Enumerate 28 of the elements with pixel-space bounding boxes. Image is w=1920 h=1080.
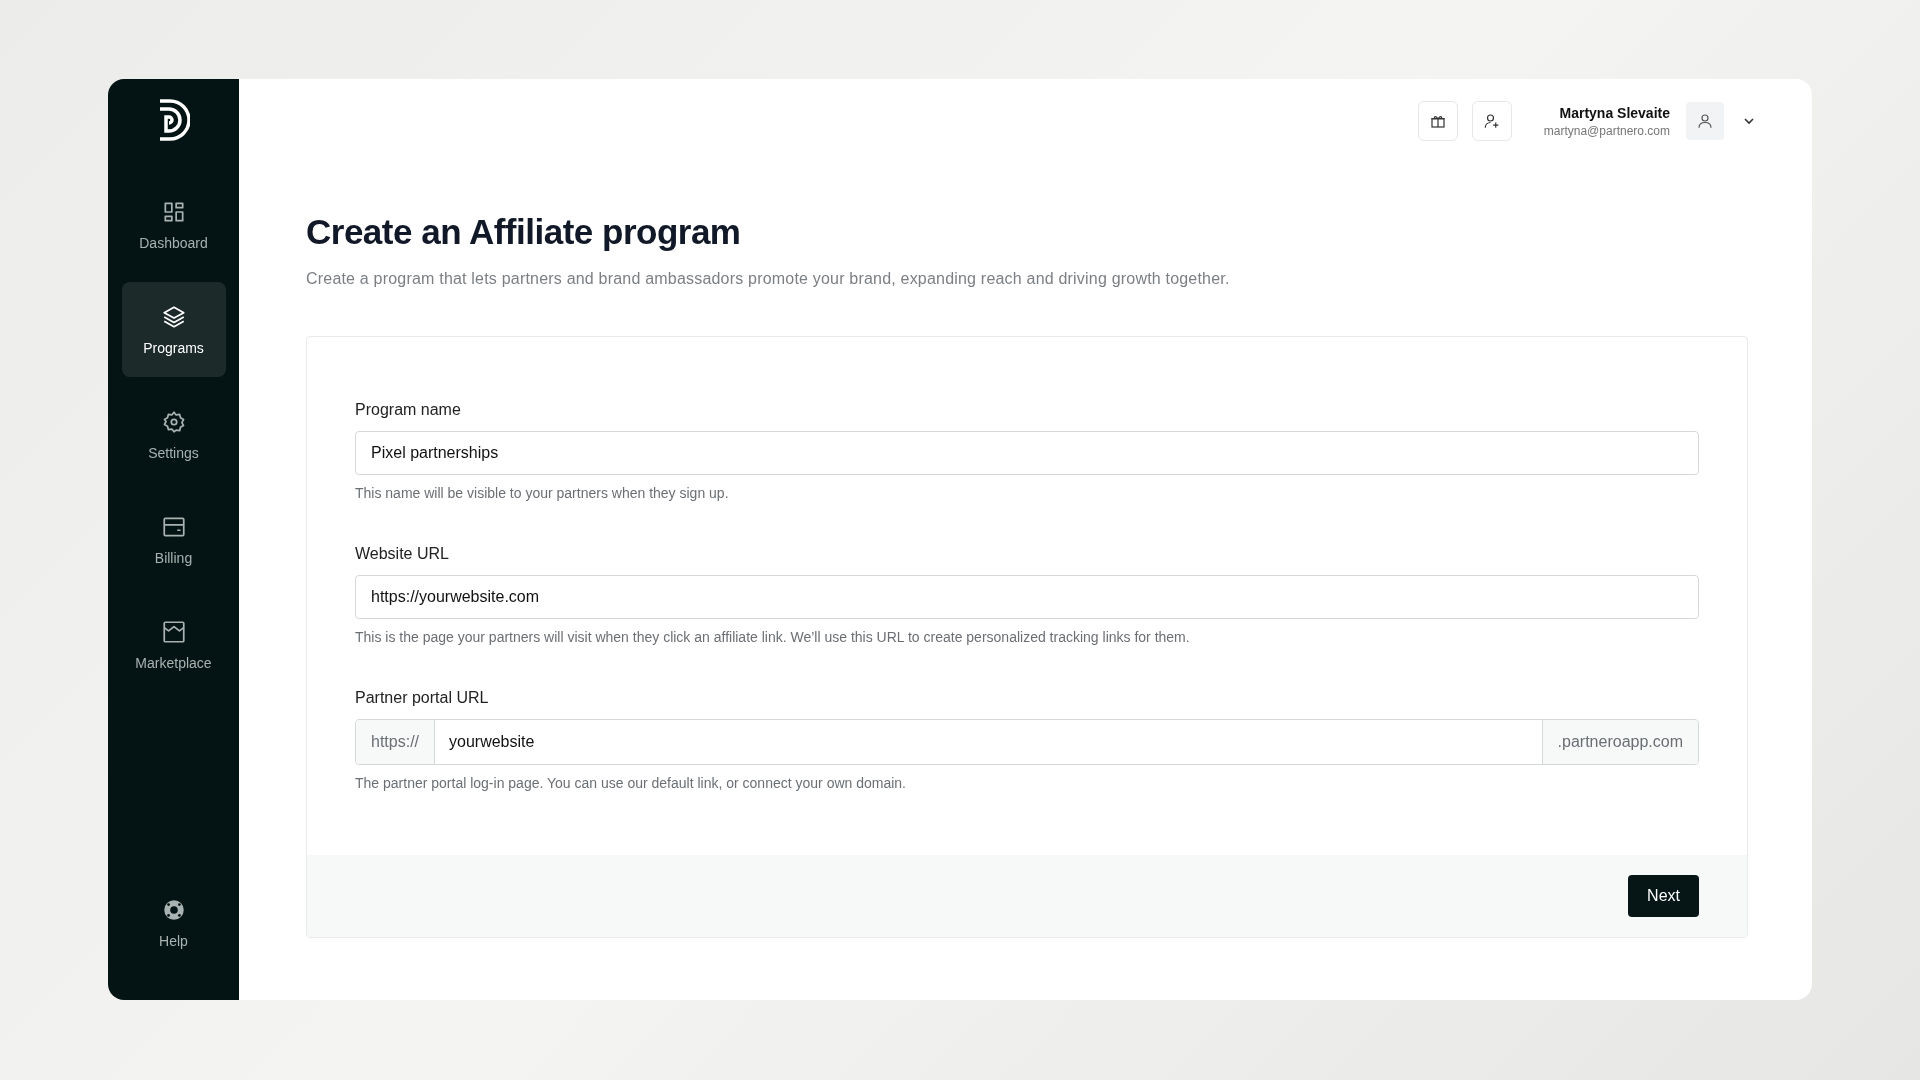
url-prefix: https://: [356, 720, 436, 764]
nav-item[interactable]: Dashboard: [121, 177, 226, 272]
nav-item[interactable]: Marketplace: [121, 597, 226, 692]
input-field[interactable]: Pixel partnerships: [355, 431, 1699, 475]
input-field[interactable]: https://yourwebsite.com: [355, 575, 1699, 619]
avatar[interactable]: [1686, 102, 1724, 140]
nav-item[interactable]: Programs: [121, 282, 226, 377]
field-hint: The partner portal log-in page. You can use our default link, or connect your own domain.: [355, 775, 907, 791]
next-button[interactable]: Next: [1628, 875, 1699, 917]
field-hint: This is the page your partners will visit when they click an affiliate link. We’ll use this URL to create personalized tracking links for them.: [355, 629, 1191, 645]
store-icon: [160, 618, 187, 645]
nav-item[interactable]: Billing: [121, 492, 226, 587]
user-email: martyna@partnero.com: [1543, 123, 1670, 138]
logo-icon: [157, 99, 190, 141]
page-subtitle: Create a program that lets partners and brand ambassadors promote your brand, expanding reach and driving growth together.: [306, 270, 1231, 288]
nav-item[interactable]: Settings: [121, 387, 226, 482]
url-suffix: .partneroapp.com: [1541, 720, 1698, 764]
gift-button[interactable]: [1417, 101, 1458, 141]
help-item[interactable]: Help: [121, 875, 226, 970]
field-hint: This name will be visible to your partners when they sign up.: [355, 485, 730, 501]
field-label: Partner portal URL: [355, 689, 490, 707]
user-plus-icon: [1482, 112, 1501, 130]
field-label: Program name: [355, 401, 462, 419]
invite-user-button[interactable]: [1471, 101, 1512, 141]
user-name: Martyna Slevaite: [1559, 104, 1670, 121]
page-title: Create an Affiliate program: [306, 212, 742, 252]
field-label: Website URL: [355, 545, 450, 563]
input-field[interactable]: https:// yourwebsite .partneroapp.com: [355, 719, 1699, 765]
